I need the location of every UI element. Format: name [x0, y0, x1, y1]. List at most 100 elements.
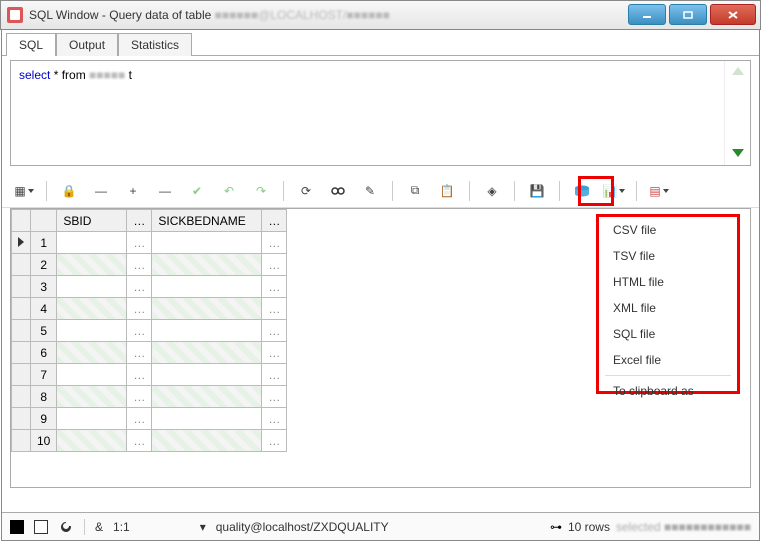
- cell-sickbedname[interactable]: [152, 430, 262, 452]
- cell-expand[interactable]: …: [262, 342, 287, 364]
- table-row[interactable]: 1……: [12, 232, 287, 254]
- undo-button[interactable]: ↶: [217, 179, 241, 203]
- cell-sbid[interactable]: [57, 276, 127, 298]
- cell-expand[interactable]: …: [262, 298, 287, 320]
- edit-button[interactable]: ✎: [358, 179, 382, 203]
- cell-expand[interactable]: …: [262, 430, 287, 452]
- cell-sbid[interactable]: [57, 408, 127, 430]
- cell-sbid[interactable]: [57, 298, 127, 320]
- export-html[interactable]: HTML file: [599, 269, 737, 295]
- cell-sickbedname[interactable]: [152, 342, 262, 364]
- prev-sql-icon[interactable]: [732, 67, 744, 75]
- tab-output[interactable]: Output: [56, 33, 118, 56]
- table-row[interactable]: 9……: [12, 408, 287, 430]
- table-row[interactable]: 8 … …: [12, 386, 287, 408]
- tab-sql[interactable]: SQL: [6, 33, 56, 56]
- annotation-highlight: [578, 176, 614, 206]
- cell-sickbedname[interactable]: [152, 386, 262, 408]
- cell-expand[interactable]: …: [127, 342, 152, 364]
- cell-sickbedname[interactable]: [152, 232, 262, 254]
- column-header-sickbedname[interactable]: SICKBEDNAME: [152, 210, 262, 232]
- cell-sbid[interactable]: [57, 430, 127, 452]
- table-row[interactable]: 7……: [12, 364, 287, 386]
- cell-sickbedname[interactable]: [152, 364, 262, 386]
- paste-button[interactable]: 📋: [435, 179, 459, 203]
- cell-expand[interactable]: …: [127, 386, 152, 408]
- maximize-button[interactable]: [669, 4, 707, 25]
- cell-sickbedname[interactable]: [152, 408, 262, 430]
- grid-mode-button[interactable]: ▦: [12, 179, 36, 203]
- cell-expand[interactable]: …: [127, 430, 152, 452]
- cell-expand[interactable]: …: [262, 364, 287, 386]
- cell-expand[interactable]: …: [127, 298, 152, 320]
- title-obscured: ■■■■■■@LOCALHOST/■■■■■■: [215, 8, 390, 22]
- result-grid[interactable]: SBID … SICKBEDNAME … 1……2……3……4……5……6……7…: [11, 209, 287, 452]
- next-sql-icon[interactable]: [732, 149, 744, 157]
- refresh-icon[interactable]: [58, 519, 74, 535]
- cell-sbid[interactable]: [57, 342, 127, 364]
- caret-down-icon[interactable]: ▾: [200, 520, 206, 534]
- find-button[interactable]: [326, 179, 350, 203]
- cell-expand[interactable]: …: [262, 408, 287, 430]
- cell-expand[interactable]: …: [127, 408, 152, 430]
- table-row[interactable]: 2 … …: [12, 254, 287, 276]
- table-row[interactable]: 10 … …: [12, 430, 287, 452]
- cell-sbid[interactable]: [57, 254, 127, 276]
- table-row[interactable]: 5……: [12, 320, 287, 342]
- tablelist-button[interactable]: ▤: [647, 179, 671, 203]
- add-row-button[interactable]: +: [121, 179, 145, 203]
- copy-button[interactable]: ⧉: [403, 179, 427, 203]
- cell-expand[interactable]: …: [262, 320, 287, 342]
- cell-expand[interactable]: …: [262, 276, 287, 298]
- row-marker: [12, 408, 31, 430]
- column-expand[interactable]: …: [262, 210, 287, 232]
- export-csv[interactable]: CSV file: [599, 217, 737, 243]
- export-clipboard[interactable]: To clipboard as: [599, 378, 737, 404]
- table-row[interactable]: 6……: [12, 342, 287, 364]
- delete-row-button[interactable]: ―: [89, 179, 113, 203]
- status-amp: &: [95, 520, 103, 534]
- row-number: 2: [31, 254, 57, 276]
- export-xml[interactable]: XML file: [599, 295, 737, 321]
- grid-corner: [12, 210, 31, 232]
- cell-expand[interactable]: …: [127, 364, 152, 386]
- minimize-button[interactable]: [628, 4, 666, 25]
- sql-editor[interactable]: select * from ■■■■■ t: [11, 61, 724, 165]
- row-marker: [12, 254, 31, 276]
- tab-statistics[interactable]: Statistics: [118, 33, 192, 56]
- cell-expand[interactable]: …: [262, 254, 287, 276]
- column-expand[interactable]: …: [127, 210, 152, 232]
- cell-expand[interactable]: …: [262, 386, 287, 408]
- row-marker: [12, 298, 31, 320]
- export-tsv[interactable]: TSV file: [599, 243, 737, 269]
- lock-button[interactable]: 🔒: [57, 179, 81, 203]
- row-number: 10: [31, 430, 57, 452]
- cell-sickbedname[interactable]: [152, 254, 262, 276]
- table-row[interactable]: 3……: [12, 276, 287, 298]
- table-row[interactable]: 4……: [12, 298, 287, 320]
- remove-button[interactable]: —: [153, 179, 177, 203]
- save-button[interactable]: 💾: [525, 179, 549, 203]
- cell-expand[interactable]: …: [127, 276, 152, 298]
- cell-sickbedname[interactable]: [152, 320, 262, 342]
- cell-sbid[interactable]: [57, 386, 127, 408]
- cell-sbid[interactable]: [57, 232, 127, 254]
- cell-sickbedname[interactable]: [152, 276, 262, 298]
- cell-expand[interactable]: …: [127, 254, 152, 276]
- row-number: 8: [31, 386, 57, 408]
- link-icon: ⊶: [550, 520, 562, 534]
- bookmark-button[interactable]: ◈: [480, 179, 504, 203]
- cell-sbid[interactable]: [57, 364, 127, 386]
- refresh-button[interactable]: ⟳: [294, 179, 318, 203]
- cell-expand[interactable]: …: [262, 232, 287, 254]
- cell-sbid[interactable]: [57, 320, 127, 342]
- commit-button[interactable]: ✔: [185, 179, 209, 203]
- redo-button[interactable]: ↷: [249, 179, 273, 203]
- close-button[interactable]: [710, 4, 756, 25]
- column-header-sbid[interactable]: SBID: [57, 210, 127, 232]
- cell-expand[interactable]: …: [127, 320, 152, 342]
- cell-sickbedname[interactable]: [152, 298, 262, 320]
- export-excel[interactable]: Excel file: [599, 347, 737, 373]
- export-sql[interactable]: SQL file: [599, 321, 737, 347]
- cell-expand[interactable]: …: [127, 232, 152, 254]
